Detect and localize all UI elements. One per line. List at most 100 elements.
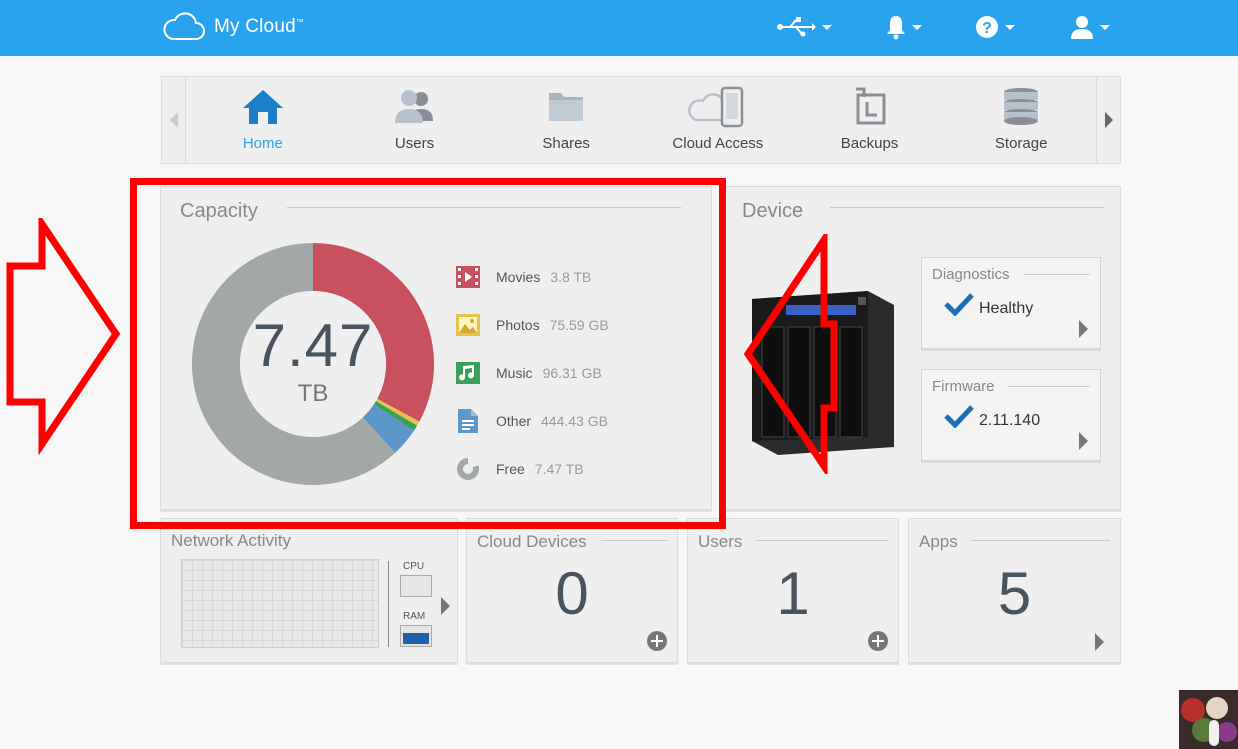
legend-name: Photos: [496, 317, 540, 333]
firmware-version: 2.11.140: [979, 412, 1041, 429]
logo[interactable]: My Cloud™: [162, 12, 304, 42]
divider: [388, 561, 389, 647]
nav-label: Home: [242, 135, 283, 152]
legend-value: 7.47 TB: [534, 461, 584, 477]
chevron-left-icon: [169, 112, 178, 128]
add-cloud-device-icon[interactable]: [647, 631, 667, 651]
title-divider: [1024, 274, 1090, 275]
users-icon: [394, 90, 433, 123]
diagnostics-status: Healthy: [979, 300, 1034, 317]
device-title: Device: [742, 200, 804, 222]
chevron-down-icon: [822, 24, 832, 30]
check-icon: [944, 293, 974, 316]
nav-label: Storage: [994, 135, 1048, 152]
bell-icon: [887, 16, 905, 40]
nav-item-users[interactable]: Users: [339, 77, 491, 163]
apps-count: 5: [997, 560, 1032, 627]
capacity-title: Capacity: [180, 200, 258, 222]
chevron-down-icon: [912, 24, 922, 30]
diagnostics-title: Diagnostics: [932, 266, 1010, 283]
usb-icon: [777, 17, 816, 37]
apps-title: Apps: [919, 532, 958, 551]
legend-item-music: Music 96.31 GB: [456, 349, 609, 397]
help-menu[interactable]: ?: [975, 14, 1015, 40]
chevron-right-icon[interactable]: [1079, 432, 1088, 450]
storage-icon: [1004, 88, 1039, 125]
check-icon: [944, 405, 974, 428]
chevron-right-icon[interactable]: [441, 597, 450, 615]
cloud-devices-title: Cloud Devices: [477, 532, 587, 551]
legend-name: Other: [496, 413, 532, 429]
home-icon: [242, 90, 283, 124]
nav-label: Backups: [840, 135, 899, 152]
network-graph: [181, 559, 379, 648]
nav-scroll-left[interactable]: [162, 77, 186, 163]
cpu-meter: [400, 575, 432, 597]
nav-scroll-right[interactable]: [1096, 77, 1120, 163]
legend-name: Free: [496, 461, 525, 477]
movies-icon: [456, 266, 480, 288]
network-activity-panel[interactable]: Network Activity CPU RAM: [160, 518, 458, 663]
user-menu[interactable]: [1070, 14, 1110, 40]
ram-meter: [400, 625, 432, 647]
nav-item-home[interactable]: Home: [187, 77, 339, 163]
ram-label: RAM: [403, 611, 426, 622]
main-nav: Home Users Shares Cloud Access Backups S…: [161, 76, 1121, 164]
title-divider: [1008, 386, 1090, 387]
legend-item-movies: Movies 3.8 TB: [456, 253, 609, 301]
nav-item-cloud-access[interactable]: Cloud Access: [642, 77, 794, 163]
legend-item-free: Free 7.47 TB: [456, 445, 609, 493]
help-icon: ?: [976, 16, 998, 38]
chevron-right-icon[interactable]: [1095, 633, 1104, 651]
capacity-panel[interactable]: Capacity 7.47 TB Movies 3.8 TB Photos 75…: [160, 186, 712, 510]
chevron-down-icon: [1005, 24, 1015, 30]
users-title: Users: [698, 532, 743, 551]
network-title: Network Activity: [171, 531, 291, 550]
users-panel[interactable]: Users 1: [687, 518, 899, 663]
title-divider: [830, 207, 1104, 208]
usb-menu[interactable]: [776, 14, 832, 40]
legend-item-other: Other 444.43 GB: [456, 397, 609, 445]
diagnostics-card[interactable]: Diagnostics Healthy: [921, 257, 1101, 349]
notifications-menu[interactable]: [886, 14, 922, 40]
legend-name: Music: [496, 365, 533, 381]
legend-value: 3.8 TB: [550, 269, 592, 285]
music-icon: [456, 362, 480, 384]
apps-panel[interactable]: Apps 5: [908, 518, 1121, 663]
firmware-card[interactable]: Firmware 2.11.140: [921, 369, 1101, 461]
backups-icon: [855, 87, 886, 125]
firmware-title: Firmware: [932, 378, 995, 395]
corner-thumbnail: [1179, 690, 1238, 749]
legend-name: Movies: [496, 269, 541, 285]
free-icon: [457, 457, 479, 480]
add-user-icon[interactable]: [868, 631, 888, 651]
nav-label: Users: [394, 135, 435, 152]
trademark: ™: [295, 17, 305, 27]
shares-icon: [549, 93, 584, 121]
app-title: My Cloud: [214, 16, 296, 37]
cloud-logo-icon: [163, 12, 205, 40]
nav-item-backups[interactable]: Backups: [794, 77, 946, 163]
photos-icon: [456, 314, 480, 336]
svg-text:?: ?: [982, 20, 992, 37]
top-bar: My Cloud™ ?: [0, 0, 1238, 56]
capacity-unit: TB: [297, 380, 329, 407]
cloud-access-icon: [688, 86, 744, 128]
legend-value: 75.59 GB: [549, 317, 609, 333]
nav-item-storage[interactable]: Storage: [945, 77, 1097, 163]
legend-item-photos: Photos 75.59 GB: [456, 301, 609, 349]
legend-value: 96.31 GB: [542, 365, 602, 381]
cloud-devices-count: 0: [555, 560, 589, 627]
chevron-right-icon[interactable]: [1079, 320, 1088, 338]
capacity-total: 7.47: [252, 312, 374, 379]
cpu-label: CPU: [403, 561, 425, 572]
cloud-devices-panel[interactable]: Cloud Devices 0: [466, 518, 678, 663]
title-divider: [287, 207, 681, 208]
title-divider: [971, 540, 1110, 541]
user-icon: [1071, 16, 1093, 39]
nav-item-shares[interactable]: Shares: [490, 77, 642, 163]
users-count: 1: [776, 560, 810, 627]
ram-meter-fill: [403, 633, 429, 644]
legend-value: 444.43 GB: [541, 413, 608, 429]
chevron-right-icon: [1104, 112, 1113, 128]
